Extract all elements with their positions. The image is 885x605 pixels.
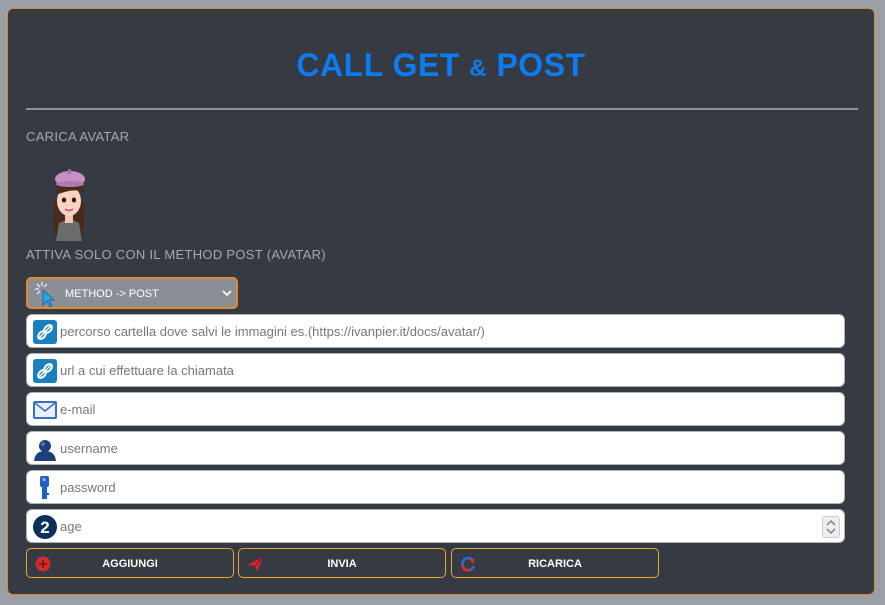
avatar-image[interactable] — [44, 161, 94, 241]
envelope-icon — [33, 401, 57, 419]
folder-path-placeholder: percorso cartella dove salvi le immagini… — [60, 324, 485, 339]
send-button-label: INVIA — [327, 558, 357, 570]
link-icon — [33, 320, 57, 344]
title-ampersand: & — [469, 55, 488, 82]
password-field[interactable]: password — [26, 470, 845, 504]
number-spinner[interactable] — [822, 516, 840, 538]
method-select-value: METHOD -> POST — [65, 288, 159, 300]
key-icon — [40, 476, 49, 499]
add-button[interactable]: AGGIUNGI — [26, 548, 234, 578]
call-url-placeholder: url a cui effettuare la chiamata — [60, 363, 234, 378]
number-two-icon: 2 — [33, 515, 57, 539]
post-section-label: ATTIVA SOLO CON IL METHOD POST (AVATAR) — [26, 247, 326, 262]
svg-text:2: 2 — [40, 518, 49, 537]
username-field[interactable]: username — [26, 431, 845, 465]
title-part-1: CALL GET — [296, 47, 460, 83]
method-select[interactable]: METHOD -> POST — [26, 277, 238, 309]
title-divider — [26, 108, 858, 110]
add-button-label: AGGIUNGI — [102, 558, 158, 570]
email-field[interactable]: e-mail — [26, 392, 845, 426]
age-placeholder: age — [60, 519, 82, 534]
title-part-2: POST — [496, 47, 586, 83]
send-button[interactable]: INVIA — [238, 548, 446, 578]
user-icon — [34, 440, 56, 461]
username-placeholder: username — [60, 441, 118, 456]
chevron-down-icon — [222, 290, 232, 297]
avatar-section-label: CARICA AVATAR — [26, 129, 130, 144]
folder-path-field[interactable]: percorso cartella dove salvi le immagini… — [26, 314, 845, 348]
password-placeholder: password — [60, 480, 116, 495]
form-panel: CALL GET & POST CARICA AVATAR ATTIVA SOL… — [7, 8, 875, 595]
call-url-field[interactable]: url a cui effettuare la chiamata — [26, 353, 845, 387]
email-placeholder: e-mail — [60, 402, 96, 417]
age-field[interactable]: 2 age — [26, 509, 845, 543]
cursor-click-icon — [35, 282, 56, 307]
reload-button-label: RICARICA — [528, 558, 582, 570]
reload-button[interactable]: RICARICA — [451, 548, 659, 578]
page-title: CALL GET & POST — [8, 47, 874, 84]
link-icon — [33, 359, 57, 383]
